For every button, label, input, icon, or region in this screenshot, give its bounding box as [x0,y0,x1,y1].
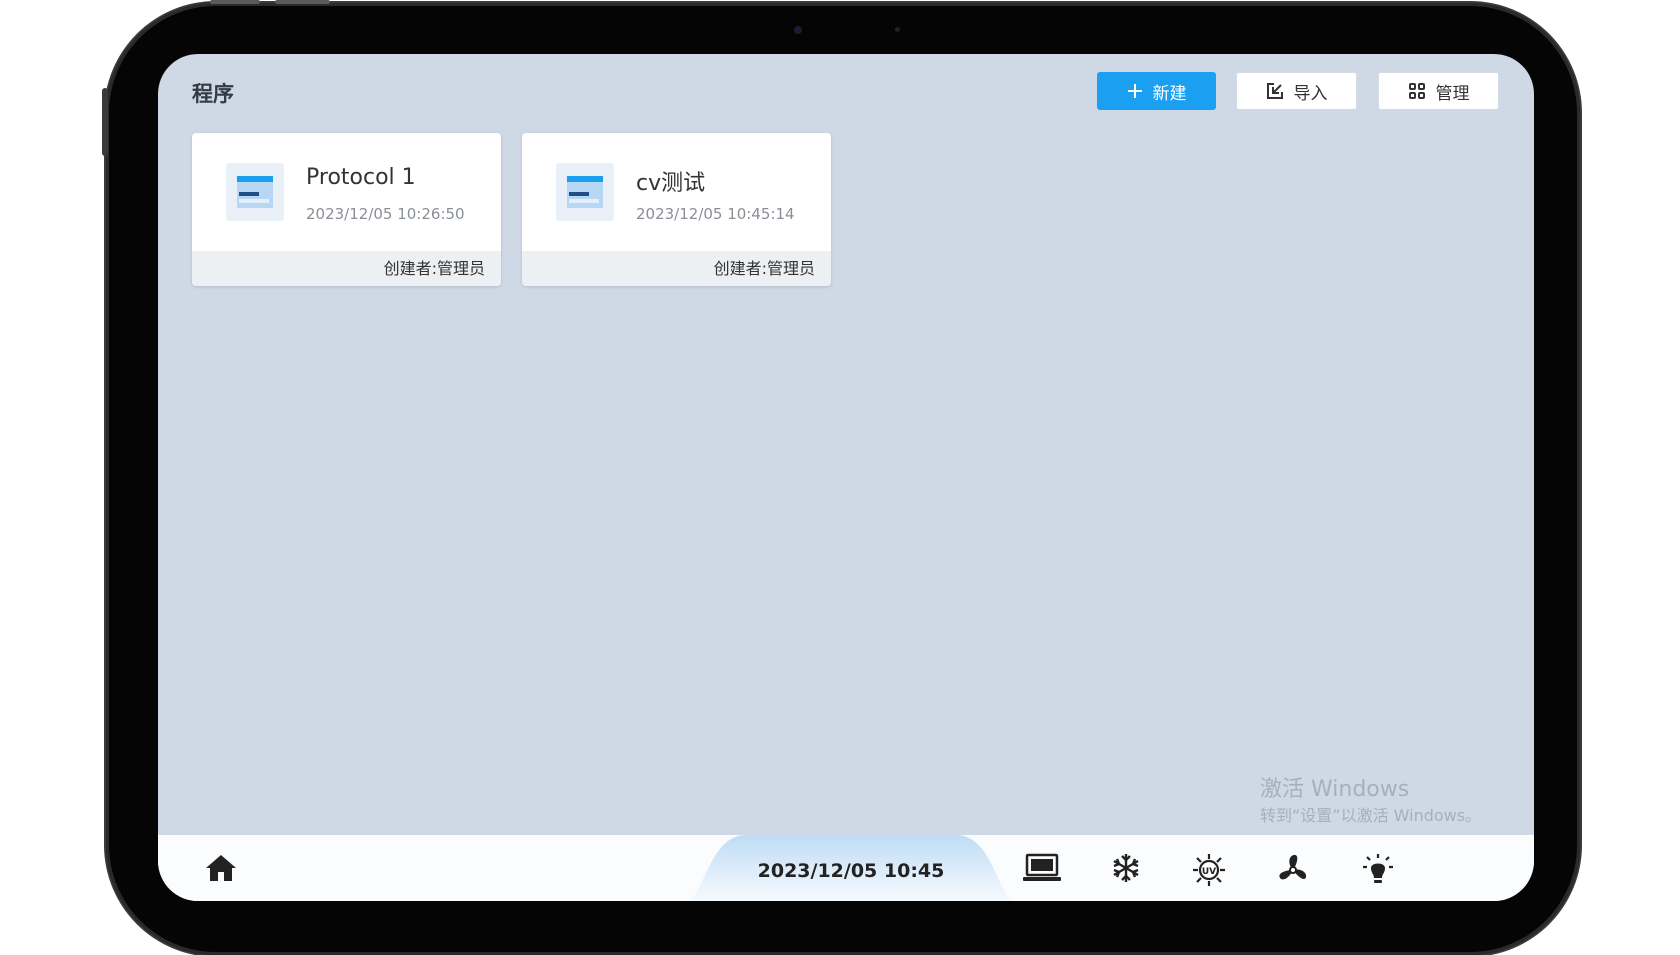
program-card[interactable]: cv测试 2023/12/05 10:45:14 创建者:管理员 [522,133,831,286]
program-date: 2023/12/05 10:45:14 [636,205,795,223]
program-name: Protocol 1 [306,165,416,190]
home-icon[interactable] [205,853,237,883]
activation-watermark-subtitle: 转到“设置”以激活 Windows。 [1260,806,1482,825]
program-file-icon [556,163,614,221]
import-button[interactable]: 导入 [1236,72,1357,110]
new-program-button[interactable]: 新建 [1097,72,1216,110]
volume-button [210,0,260,4]
fan-icon[interactable] [1276,853,1310,887]
snowflake-icon[interactable] [1111,853,1141,883]
side-button [102,88,108,156]
page-title: 程序 [192,82,234,106]
program-date: 2023/12/05 10:26:50 [306,205,465,223]
datetime-display: 2023/12/05 10:45 [757,860,945,882]
manage-button-label: 管理 [1435,83,1470,104]
program-name: cv测试 [636,171,706,196]
manage-button[interactable]: 管理 [1378,72,1499,110]
grid-icon [1408,83,1425,99]
activation-watermark-title: 激活 Windows [1260,777,1410,802]
front-camera [794,26,802,34]
app-screen: 程序 新建 导入 管理 Protocol 1 2023/12/05 10:26:… [158,54,1534,901]
uv-lamp-icon[interactable]: UV [1192,853,1226,887]
volume-button [275,0,330,4]
program-file-icon [226,163,284,221]
program-creator: 创建者:管理员 [713,259,815,278]
plus-icon [1127,84,1142,98]
light-bulb-icon[interactable] [1361,853,1395,887]
import-button-label: 导入 [1293,83,1328,104]
new-button-label: 新建 [1152,83,1187,104]
import-icon [1266,83,1283,99]
program-creator: 创建者:管理员 [383,259,485,278]
program-card[interactable]: Protocol 1 2023/12/05 10:26:50 创建者:管理员 [192,133,501,286]
tray-icon[interactable] [1022,853,1062,883]
svg-text:UV: UV [1202,867,1216,877]
sensor [895,27,900,32]
